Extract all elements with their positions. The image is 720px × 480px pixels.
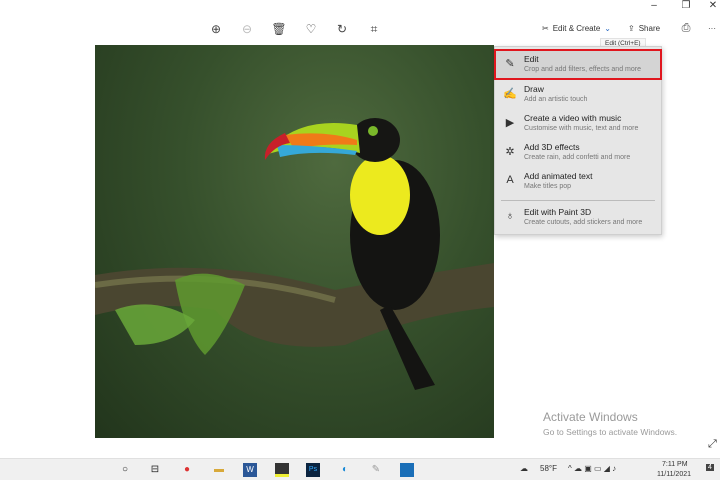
print-icon[interactable]: ⎙ [677,22,695,35]
menu-item-title: Edit [524,54,539,64]
zoom-out-icon[interactable]: ⊖ [238,22,256,36]
share-label: Share [638,24,661,33]
more-button[interactable]: ··· [708,24,716,33]
animated-text-icon: A [506,174,514,186]
edit-create-icon: ✂ [542,24,549,33]
search-circle-icon[interactable]: ○ [118,463,132,477]
show-hidden-icons[interactable]: ^ ☁ ▣ ▭ ◢ ♪ [568,464,616,473]
minimize-button[interactable]: – [644,0,664,12]
sticky-notes-icon[interactable] [275,463,289,477]
menu-item-title: Draw [524,84,544,94]
word-icon[interactable]: W [243,463,257,477]
menu-item-paint3d[interactable]: ♁ Edit with Paint 3D Create cutouts, add… [495,203,661,232]
3d-effects-icon: ✲ [505,146,515,158]
menu-item-subtitle: Add an artistic touch [524,96,588,103]
favorite-heart-icon[interactable]: ♡ [302,22,320,36]
menu-item-subtitle: Create cutouts, add stickers and more [524,219,643,226]
share-icon: ⇪ [628,24,635,33]
menu-item-subtitle: Customise with music, text and more [524,125,639,132]
video-icon: ▶ [505,117,515,129]
zoom-in-icon[interactable]: ⊕ [207,22,225,36]
menu-item-title: Add animated text [524,171,593,181]
edge-icon[interactable]: ◐ [338,463,352,477]
edit-create-menu: ✎ Edit Crop and add filters, effects and… [494,46,662,235]
watermark-title: Activate Windows [543,410,638,424]
delete-icon[interactable]: 🗑 [270,22,288,36]
activate-windows-watermark: Activate Windows Go to Settings to activ… [543,410,677,437]
menu-item-subtitle: Create rain, add confetti and more [524,154,631,161]
photos-icon[interactable] [400,463,414,477]
clock-date[interactable]: 11/11/2021 [657,471,691,478]
taskbar: ○ ⊟ ● ▬ W Ps ◐ ✎ ☁ 58°F ^ ☁ ▣ ▭ ◢ ♪ 7:11… [0,458,720,480]
file-explorer-icon[interactable]: ▬ [212,463,226,477]
menu-item-title: Create a video with music [524,113,622,123]
menu-item-edit[interactable]: ✎ Edit Crop and add filters, effects and… [494,49,662,80]
photoshop-icon[interactable]: Ps [306,463,320,477]
crop-icon[interactable]: ⌗ [365,22,383,37]
menu-item-subtitle: Make titles pop [524,183,572,190]
edit-create-button[interactable]: ✂ Edit & Create ⌄ [542,24,611,33]
weather-icon[interactable]: ☁ [520,464,528,473]
task-view-icon[interactable]: ⊟ [148,463,162,477]
chrome-icon[interactable]: ● [180,463,194,477]
menu-item-create-video[interactable]: ▶ Create a video with music Customise wi… [495,109,661,138]
title-bar: – ❐ ✕ [0,0,720,14]
close-button[interactable]: ✕ [703,0,720,12]
menu-separator [501,200,655,201]
paint-icon[interactable]: ✎ [369,463,383,477]
notification-center-icon[interactable]: 4 [706,464,714,471]
fullscreen-icon[interactable]: ⤢ [708,438,717,451]
clock-time[interactable]: 7:11 PM [662,461,688,468]
menu-item-draw[interactable]: ✍ Draw Add an artistic touch [495,80,661,109]
menu-item-subtitle: Crop and add filters, effects and more [524,66,641,73]
menu-item-title: Add 3D effects [524,142,580,152]
watermark-subtitle: Go to Settings to activate Windows. [543,427,678,437]
draw-icon: ✍ [503,88,517,100]
share-button[interactable]: ⇪ Share [628,24,660,33]
rotate-icon[interactable]: ↻ [333,22,351,36]
menu-item-3d-effects[interactable]: ✲ Add 3D effects Create rain, add confet… [495,138,661,167]
paint3d-icon: ♁ [505,210,515,222]
toucan-photo [95,45,494,438]
restore-button[interactable]: ❐ [676,0,696,12]
edit-create-label: Edit & Create [552,24,601,33]
menu-item-title: Edit with Paint 3D [524,207,592,217]
menu-item-animated-text[interactable]: A Add animated text Make titles pop [495,167,661,196]
chevron-down-icon: ⌄ [604,24,611,33]
weather-temp[interactable]: 58°F [540,464,557,473]
edit-icon: ✎ [505,58,515,70]
